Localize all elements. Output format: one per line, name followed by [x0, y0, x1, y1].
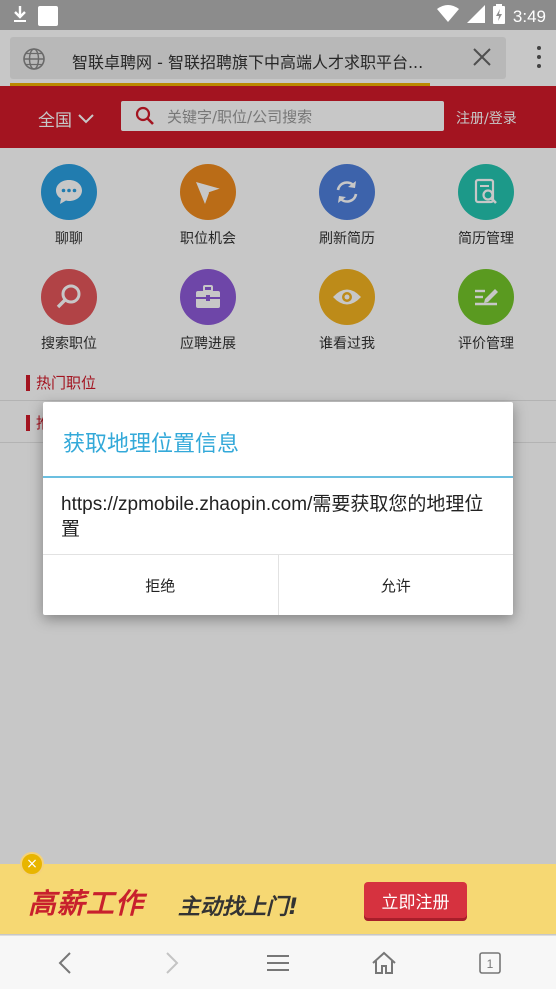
- signal-icon: [466, 5, 485, 28]
- register-now-button[interactable]: 立即注册: [364, 882, 467, 918]
- allow-button[interactable]: 允许: [277, 555, 514, 615]
- home-icon[interactable]: [364, 948, 404, 978]
- status-bar: 3:49: [0, 0, 556, 30]
- banner-slogan-sub: 主动找上门!: [178, 895, 299, 920]
- dialog-title: 获取地理位置信息: [63, 432, 240, 457]
- clock: 3:49: [512, 6, 546, 26]
- download-icon: [12, 4, 28, 28]
- close-icon[interactable]: ×: [20, 852, 44, 876]
- dialog-message: https://zpmobile.zhaopin.com/需要获取您的地理位置: [61, 494, 484, 540]
- tab-count: 1: [487, 957, 494, 971]
- browser-bottom-nav: 1: [0, 935, 556, 989]
- banner-slogan-main: 高薪工作: [28, 887, 145, 920]
- wifi-icon: [436, 5, 459, 28]
- back-icon[interactable]: [45, 948, 85, 978]
- promo-banner[interactable]: × 高薪工作 主动找上门! 立即注册: [0, 852, 556, 934]
- notification-icon: [38, 6, 58, 26]
- deny-button[interactable]: 拒绝: [43, 555, 278, 615]
- menu-icon[interactable]: [258, 948, 298, 978]
- location-permission-dialog: 获取地理位置信息 https://zpmobile.zhaopin.com/需要…: [43, 402, 513, 615]
- forward-icon[interactable]: [152, 948, 192, 978]
- battery-icon: [492, 4, 505, 29]
- dialog-divider: [43, 476, 513, 478]
- dialog-buttons: 拒绝 允许: [43, 554, 513, 615]
- tabs-icon[interactable]: 1: [470, 948, 510, 978]
